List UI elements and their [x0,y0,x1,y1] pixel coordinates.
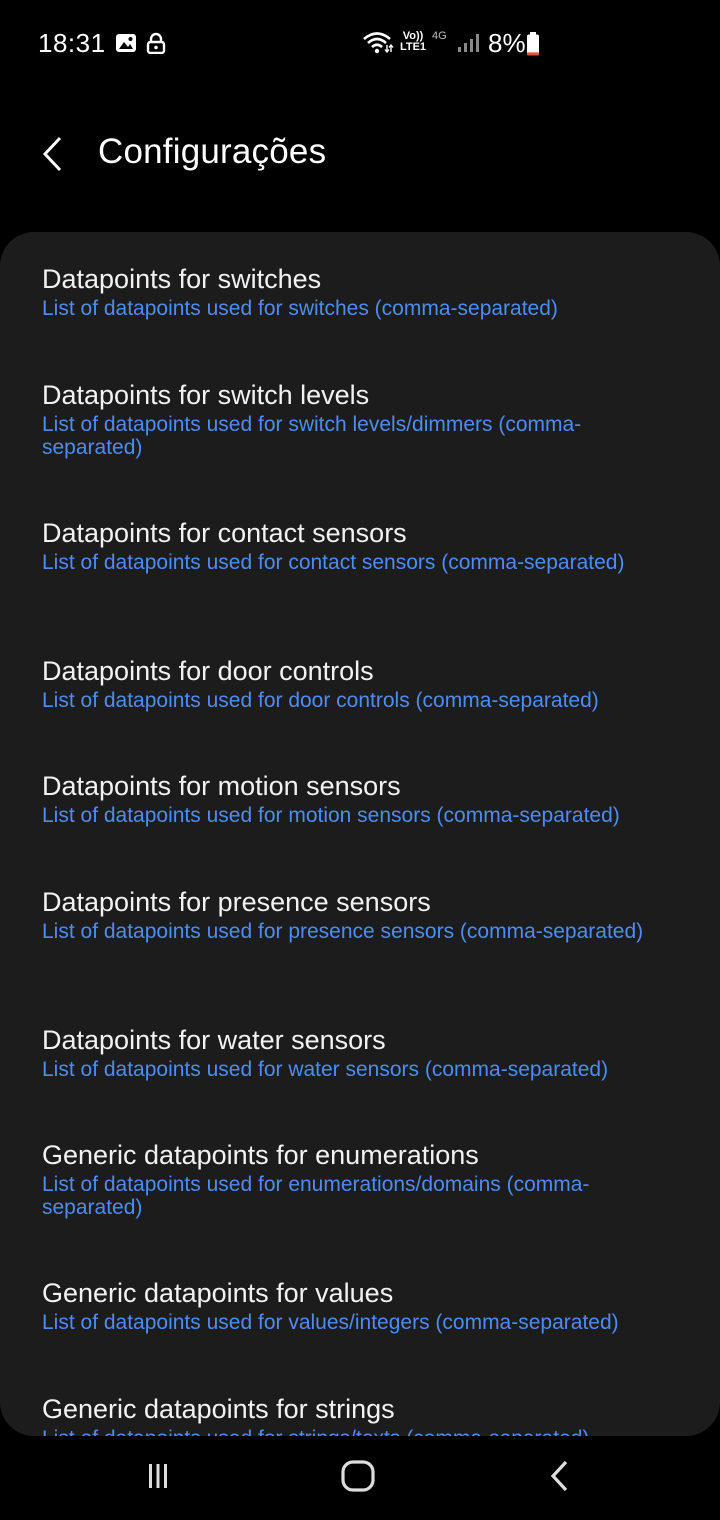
item-title: Datapoints for switches [42,264,322,294]
item-summary: List of datapoints used for door control… [42,689,599,712]
item-summary: List of datapoints used for strings/text… [42,1427,589,1436]
settings-item-switches[interactable]: Datapoints for switches List of datapoin… [0,262,598,320]
volte-label-bottom: LTE1 [399,41,427,53]
settings-item-strings[interactable]: Generic datapoints for strings List of d… [0,1392,629,1436]
home-icon [340,1459,376,1498]
item-summary: List of datapoints used for values/integ… [42,1311,619,1334]
signal-icon [456,33,480,58]
item-summary: List of datapoints used for presence sen… [42,920,644,943]
settings-item-contact-sensors[interactable]: Datapoints for contact sensors List of d… [0,516,664,574]
settings-item-motion-sensors[interactable]: Datapoints for motion sensors List of da… [0,769,660,827]
app-bar: Configurações [0,108,720,200]
item-summary: List of datapoints used for contact sens… [42,551,625,574]
navigation-bar [0,1436,720,1520]
item-summary: List of datapoints used for motion senso… [42,804,620,827]
settings-item-door-controls[interactable]: Datapoints for door controls List of dat… [0,654,639,712]
item-summary: List of datapoints used for switch level… [42,413,582,459]
item-title: Datapoints for contact sensors [42,518,407,548]
item-title: Generic datapoints for enumerations [42,1140,479,1170]
settings-card: Datapoints for switches List of datapoin… [0,232,720,1436]
item-title: Datapoints for motion sensors [42,771,401,801]
nav-back-button[interactable] [538,1458,582,1498]
recent-apps-icon [143,1461,173,1496]
chevron-left-icon [40,135,68,178]
lock-icon [146,32,166,59]
back-button[interactable] [30,132,78,180]
item-title: Datapoints for presence sensors [42,887,431,917]
home-button[interactable] [336,1458,380,1498]
recent-apps-button[interactable] [136,1458,180,1498]
network-gen-label: 4G [432,30,447,42]
item-summary: List of datapoints used for water sensor… [42,1058,609,1081]
wifi-icon [362,30,394,59]
status-time: 18:31 [38,28,106,58]
gallery-icon [115,32,137,59]
item-title: Datapoints for door controls [42,656,374,686]
settings-item-presence-sensors[interactable]: Datapoints for presence sensors List of … [0,885,683,943]
page-title: Configurações [98,132,327,171]
settings-item-enumerations[interactable]: Generic datapoints for enumerations List… [0,1138,720,1219]
item-title: Generic datapoints for values [42,1278,394,1308]
battery-icon [526,32,540,61]
item-summary: List of datapoints used for switches (co… [42,297,558,320]
item-title: Generic datapoints for strings [42,1394,395,1424]
battery-percent: 8% [488,28,526,58]
settings-item-water-sensors[interactable]: Datapoints for water sensors List of dat… [0,1023,648,1081]
back-icon [547,1459,573,1498]
volte-badge: Vo)) LTE1 [398,31,428,53]
settings-item-values[interactable]: Generic datapoints for values List of da… [0,1276,659,1334]
item-title: Datapoints for switch levels [42,380,370,410]
item-title: Datapoints for water sensors [42,1025,386,1055]
status-bar: 18:31 Vo)) LTE1 4G 8% [0,0,720,88]
item-summary: List of datapoints used for enumerations… [42,1173,590,1219]
settings-item-switch-levels[interactable]: Datapoints for switch levels List of dat… [0,378,720,459]
